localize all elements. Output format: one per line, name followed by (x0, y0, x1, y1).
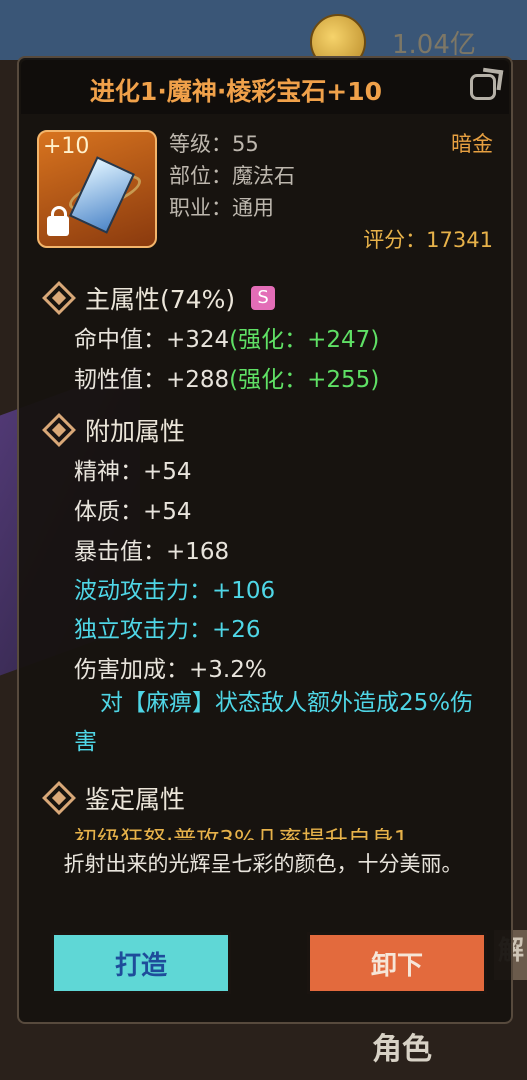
diamond-icon (42, 281, 76, 315)
item-class: 职业：通用 (169, 196, 274, 220)
share-icon[interactable] (470, 74, 496, 100)
main-attributes-title: 主属性(74%) (85, 285, 236, 314)
identify-attributes-header: 鉴定属性 (42, 780, 186, 816)
lock-icon[interactable] (47, 206, 69, 236)
item-slot: 部位：魔法石 (169, 164, 295, 188)
item-rarity: 暗金 (451, 132, 493, 156)
item-description: 折射出来的光辉呈七彩的颜色，十分美丽。 (63, 852, 463, 876)
special-effect-text: 对【麻痹】状态敌人额外造成25%伤害 (74, 690, 474, 755)
main-stat-bonus: (强化：+255) (229, 367, 380, 393)
forge-button[interactable]: 打造 (51, 932, 231, 994)
extra-attributes-header: 附加属性 (42, 412, 186, 448)
diamond-icon (42, 781, 76, 815)
extra-stat-line: 独立攻击力：+26 (74, 617, 261, 643)
item-detail-panel: 进化1·魔神·棱彩宝石+10 +10 等级：55 部位：魔法石 职业：通用 暗金… (17, 56, 513, 1024)
extra-attributes-title: 附加属性 (85, 417, 186, 446)
extra-stat-line: 伤害加成：+3.2% (74, 657, 267, 683)
main-stat-value: 韧性值：+288 (74, 367, 230, 393)
prism-gem-icon (69, 156, 135, 234)
item-score: 评分：17341 (363, 228, 493, 252)
main-stat-line: 韧性值：+288(强化：+255) (74, 360, 379, 394)
item-title: 进化1·魔神·棱彩宝石+10 (89, 77, 383, 106)
title-bar: 进化1·魔神·棱彩宝石+10 (21, 60, 509, 114)
extra-stat-line: 波动攻击力：+106 (74, 578, 276, 604)
main-stat-bonus: (强化：+247) (229, 327, 380, 353)
unequip-button[interactable]: 卸下 (307, 932, 487, 994)
enhance-level-badge: +10 (43, 134, 90, 159)
main-attributes-header: 主属性(74%) S (42, 280, 276, 316)
item-level: 等级：55 (169, 132, 259, 156)
item-icon: +10 (37, 130, 157, 248)
extra-stat-line: 暴击值：+168 (74, 539, 230, 565)
main-stat-value: 命中值：+324 (74, 327, 230, 353)
tab-character[interactable]: 角色 (372, 1024, 432, 1068)
diamond-icon (42, 413, 76, 447)
identify-attributes-title: 鉴定属性 (85, 785, 186, 814)
extra-stat-line: 体质：+54 (74, 499, 192, 525)
grade-badge: S (251, 286, 276, 310)
extra-stat-line: 精神：+54 (74, 459, 192, 485)
identify-stat-line: 初级狂怒·普攻3%几率提升自身1 (74, 828, 408, 840)
main-stat-line: 命中值：+324(强化：+247) (74, 320, 379, 354)
